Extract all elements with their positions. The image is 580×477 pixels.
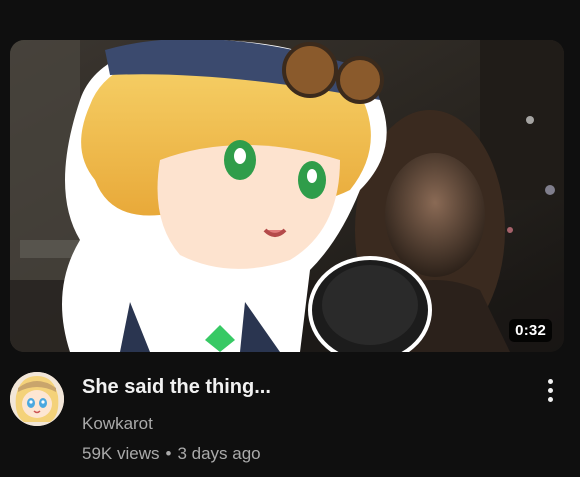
metadata-separator: • — [165, 444, 172, 463]
more-dot — [547, 396, 553, 402]
upload-age: 3 days ago — [177, 444, 261, 463]
more-dot — [547, 378, 553, 384]
video-thumbnail[interactable]: 0:32 — [10, 40, 564, 352]
channel-name[interactable]: Kowkarot — [82, 414, 153, 434]
video-metadata: 59K views • 3 days ago — [82, 444, 261, 464]
video-title[interactable]: She said the thing... — [82, 376, 271, 399]
video-card: 0:32 She said the thing... Kowkarot 59K … — [0, 0, 580, 477]
more-dot — [547, 387, 553, 393]
video-duration-badge: 0:32 — [509, 319, 552, 342]
channel-avatar[interactable] — [10, 372, 64, 426]
more-vertical-icon[interactable] — [536, 372, 564, 408]
thumbnail-image — [10, 40, 564, 352]
avatar-image — [10, 372, 64, 426]
view-count: 59K views — [82, 444, 160, 463]
